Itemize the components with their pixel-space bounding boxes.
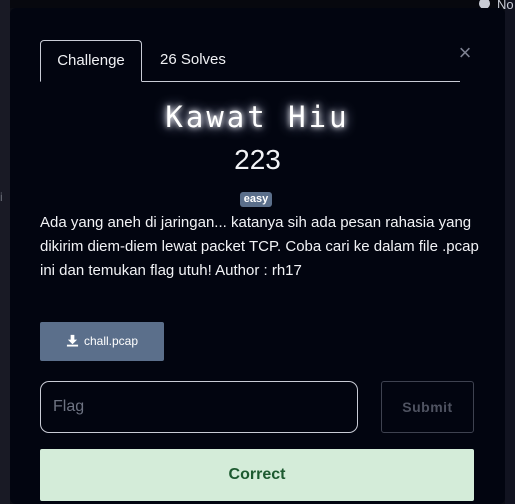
tab-solves[interactable]: 26 Solves bbox=[160, 40, 226, 80]
result-message: Correct bbox=[40, 449, 474, 501]
close-icon[interactable]: × bbox=[457, 42, 473, 64]
flag-input[interactable] bbox=[40, 381, 358, 433]
background-left-edge bbox=[0, 0, 10, 504]
challenge-modal: Challenge 26 Solves × Kawat Hiu 223 easy… bbox=[10, 8, 505, 504]
background-side-glyph: i bbox=[0, 190, 3, 204]
challenge-tabs: Challenge 26 Solves bbox=[40, 40, 460, 82]
submit-button[interactable]: Submit bbox=[381, 381, 474, 433]
challenge-points: 223 bbox=[234, 144, 281, 175]
challenge-description: Ada yang aneh di jaringan... katanya sih… bbox=[40, 214, 479, 279]
file-name-label: chall.pcap bbox=[83, 334, 139, 348]
background-right-edge bbox=[505, 0, 515, 504]
download-file-button[interactable]: chall.pcap bbox=[40, 322, 164, 361]
background-header bbox=[0, 0, 515, 8]
challenge-title: Kawat Hiu bbox=[165, 100, 350, 134]
difficulty-badge: easy bbox=[240, 192, 272, 207]
tab-challenge[interactable]: Challenge bbox=[40, 40, 142, 82]
download-icon bbox=[66, 334, 79, 347]
